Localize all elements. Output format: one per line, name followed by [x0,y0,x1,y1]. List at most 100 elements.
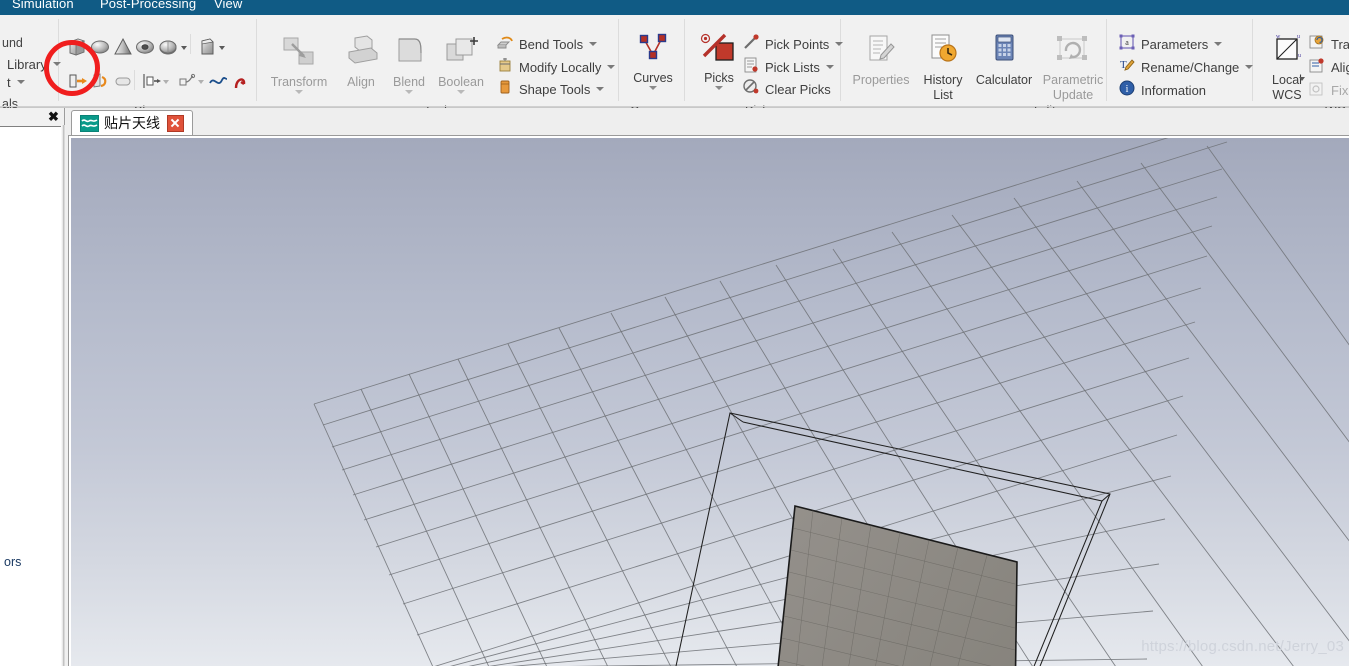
shape-tools-menu[interactable]: Shape Tools [496,78,605,101]
properties-button[interactable]: Properties [850,33,912,87]
ribbon-left-item-t[interactable]: t [2,71,25,93]
bond-wire-icon[interactable] [229,70,251,92]
history-list-button-label2: List [933,88,953,102]
ribbon-left-item-library-label: Library [7,56,47,72]
trace-from-curve-icon[interactable] [207,70,229,92]
chevron-down-icon[interactable] [181,46,187,50]
shape-tools-icon [496,78,514,101]
sphere-icon[interactable] [89,36,111,58]
extrude-curve-icon[interactable] [140,70,162,92]
chevron-down-icon [825,65,834,69]
panel-splitter[interactable] [61,125,65,666]
curves-icon [633,33,673,69]
picks-button-label: Picks [704,71,734,85]
sweep-curve-icon[interactable] [175,70,197,92]
history-list-button[interactable]: History List [912,33,974,102]
clear-picks-menu[interactable]: Clear Picks [742,78,831,100]
chevron-down-icon [835,42,844,46]
extrude-icon[interactable] [66,70,88,92]
clear-picks-label: Clear Picks [765,81,831,97]
parametric-update-button-label: Parametric [1042,73,1104,87]
align-icon [341,35,381,73]
align-wcs-icon [1308,56,1326,79]
chevron-down-icon[interactable] [198,80,204,84]
align-wcs-menu[interactable]: Alig [1308,56,1349,78]
document-tab[interactable]: 贴片天线 [71,110,193,135]
chevron-down-icon [16,80,25,84]
bend-tools-menu[interactable]: Bend Tools [496,33,598,55]
pick-lists-label: Pick Lists [765,59,820,75]
rename-change-menu[interactable]: T Rename/Change [1118,56,1254,78]
svg-text:w: w [1276,34,1281,40]
chevron-down-icon[interactable] [1299,77,1305,81]
menu-item-post-processing[interactable]: Post-Processing [100,0,196,11]
chevron-down-icon[interactable] [405,90,413,94]
fix-wcs-menu[interactable]: Fix [1308,79,1348,101]
cone-icon[interactable] [112,36,134,58]
parametric-update-icon [1049,36,1097,71]
brick-icon[interactable] [66,36,88,58]
history-list-icon [923,34,963,71]
ribbon-separator [190,34,191,54]
chevron-down-icon[interactable] [649,86,657,90]
document-tab-strip: 贴片天线 [66,108,1349,135]
clear-picks-icon [742,78,760,101]
pick-points-menu[interactable]: Pick Points [742,33,844,56]
viewport-3d[interactable]: https://blog.csdn.net/Jerry_03 [71,138,1349,666]
pick-lists-menu[interactable]: Pick Lists [742,56,834,78]
calculator-button[interactable]: Calculator [973,33,1035,87]
chevron-down-icon[interactable] [219,46,225,50]
rotate-icon[interactable] [89,70,111,92]
parameters-label: Parameters [1141,36,1209,52]
ribbon-separator [684,19,685,101]
chevron-down-icon [589,42,598,46]
scene-3d [313,138,1349,666]
modify-locally-label: Modify Locally [519,59,602,75]
torus-icon[interactable] [134,36,156,58]
parameters-icon: a [1118,33,1136,56]
svg-text:a: a [1125,38,1129,47]
chevron-down-icon[interactable] [457,90,465,94]
close-icon[interactable]: ✖ [47,110,60,123]
properties-button-label: Properties [852,73,910,87]
chevron-down-icon[interactable] [295,90,303,94]
picks-icon [699,33,739,69]
chevron-down-icon[interactable] [715,86,723,90]
modify-locally-menu[interactable]: Modify Locally [496,56,616,79]
ribbon-left-item-background[interactable]: und [2,36,23,50]
transform-button[interactable]: Transform [268,35,330,94]
chevron-down-icon [1245,65,1254,69]
document-tab-title: 贴片天线 [104,115,160,131]
navigation-tree-header: ✖ [0,108,64,127]
chevron-down-icon [1214,42,1223,46]
ribbon-left-item-t-label: t [7,74,11,90]
tab-close-icon[interactable] [167,114,184,132]
parametric-update-button-label2: Update [1052,88,1094,102]
parameters-menu[interactable]: a Parameters [1118,33,1223,56]
ribbon-separator [618,19,619,101]
chevron-down-icon [52,62,61,66]
calculator-button-label: Calculator [975,73,1033,87]
menu-item-view[interactable]: View [214,0,242,11]
chevron-down-icon[interactable] [163,80,169,84]
pill-icon[interactable] [112,70,134,92]
pick-points-icon [742,33,760,56]
modify-locally-icon [496,56,514,79]
tree-item-partial[interactable]: ors [4,555,21,569]
parametric-update-button[interactable]: Parametric Update [1042,33,1104,102]
fix-wcs-icon [1308,79,1326,102]
transform-wcs-menu[interactable]: Tra [1308,33,1349,55]
curves-button-label: Curves [633,71,673,85]
boolean-button[interactable]: Boolean [430,35,492,94]
elliptical-cylinder-icon[interactable] [157,36,179,58]
fix-wcs-label: Fix [1331,82,1349,98]
boolean-button-label: Boolean [438,75,484,89]
menu-item-simulation[interactable]: Simulation [12,0,74,11]
navigation-tree-panel: ✖ ors [0,108,65,666]
ribbon-separator [840,19,841,101]
information-menu[interactable]: i Information [1118,79,1206,101]
curves-button[interactable]: Curves [622,33,684,90]
picks-button[interactable]: Picks [688,33,750,90]
extrude-face-icon[interactable] [196,36,218,58]
antenna-patch[interactable] [771,504,1018,666]
